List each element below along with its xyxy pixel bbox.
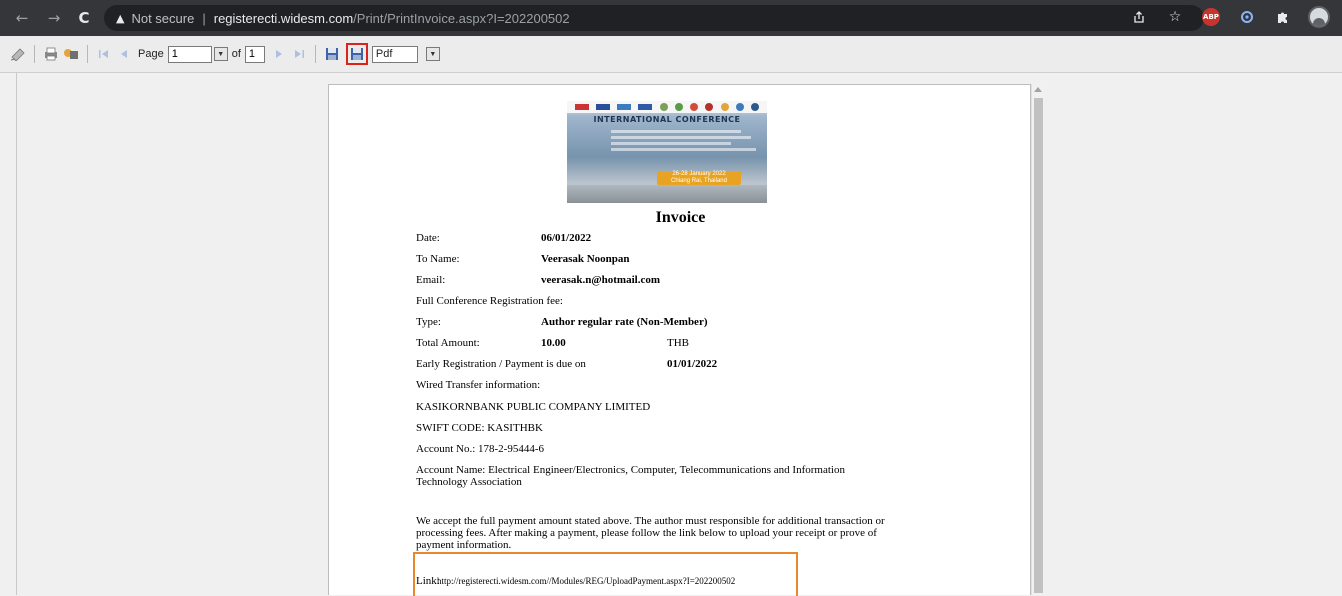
due-label: Early Registration / Payment is due on — [416, 358, 586, 370]
reload-icon[interactable]: C — [72, 6, 96, 30]
last-page-icon[interactable] — [291, 46, 307, 62]
total-pages-field — [244, 45, 265, 63]
forward-icon[interactable]: → — [42, 6, 66, 30]
to-name-label: To Name: — [416, 253, 460, 265]
back-icon[interactable]: ← — [10, 6, 34, 30]
date-value: 06/01/2022 — [541, 232, 592, 244]
export-format-select[interactable]: Pdf — [371, 45, 418, 63]
account-name: Account Name: Electrical Engineer/Electr… — [416, 464, 845, 488]
page-dropdown-button[interactable]: ▼ — [213, 47, 228, 61]
total-amount-label: Total Amount: — [416, 337, 480, 349]
bank-name: KASIKORNBANK PUBLIC COMPANY LIMITED — [416, 401, 651, 413]
scroll-thumb[interactable] — [1034, 98, 1043, 593]
extensions-puzzle-icon[interactable] — [1272, 6, 1294, 28]
save-icon[interactable] — [324, 46, 340, 62]
upload-payment-link[interactable]: http://registerecti.widesm.com//Modules/… — [437, 576, 735, 586]
profile-avatar[interactable] — [1308, 6, 1330, 28]
total-amount-value: 10.00 — [541, 337, 566, 349]
url-path[interactable]: /Print/PrintInvoice.aspx?I=202200502 — [353, 11, 569, 26]
toolbar-separator — [34, 45, 35, 63]
payment-notice: We accept the full payment amount stated… — [416, 515, 885, 551]
conference-banner-image: INTERNATIONAL CONFERENCE 26-28 January 2… — [567, 101, 767, 203]
currency-label: THB — [667, 337, 689, 349]
export-button[interactable] — [345, 43, 368, 65]
report-toolbar: Page ▼ of Pdf ▼ — [0, 36, 1342, 73]
sponsor-logos — [567, 101, 767, 113]
previous-page-icon[interactable] — [116, 46, 132, 62]
print-icon[interactable] — [43, 46, 59, 62]
banner-ground-graphic — [567, 185, 767, 203]
not-secure-label[interactable]: Not secure — [131, 11, 194, 26]
wire-heading: Wired Transfer information: — [416, 379, 541, 391]
swift-code: SWIFT CODE: KASITHBK — [416, 422, 543, 434]
date-label: Date: — [416, 232, 440, 244]
browser-chrome: ← → C ▲ Not secure | registerecti.widesm… — [0, 0, 1342, 36]
of-label: of — [231, 48, 241, 60]
type-value: Author regular rate (Non-Member) — [541, 316, 708, 328]
banner-subtitle-lines — [611, 127, 761, 154]
page-number-input[interactable] — [167, 45, 212, 63]
email-label: Email: — [416, 274, 446, 286]
scroll-up-arrow[interactable] — [1034, 87, 1042, 92]
address-bar[interactable]: ▲ Not secure | registerecti.widesm.com /… — [104, 5, 1204, 31]
page-label: Page — [138, 48, 164, 60]
invoice-page: INTERNATIONAL CONFERENCE 26-28 January 2… — [328, 84, 1031, 596]
invoice-title: Invoice — [655, 209, 706, 226]
toolbar-separator — [87, 45, 88, 63]
page-scrollbar[interactable] — [1031, 84, 1044, 595]
banner-date-badge: 26-28 January 2022 Chiang Rai, Thailand — [657, 171, 741, 185]
first-page-icon[interactable] — [96, 46, 112, 62]
share-icon[interactable] — [1128, 6, 1150, 28]
export-format-dropdown-button[interactable]: ▼ — [425, 47, 440, 61]
warning-icon[interactable]: ▲ — [116, 12, 124, 25]
banner-title: INTERNATIONAL CONFERENCE — [593, 115, 741, 124]
url-separator: | — [202, 10, 206, 26]
to-name-value: Veerasak Noonpan — [541, 253, 630, 265]
find-icon[interactable] — [10, 46, 26, 62]
account-number: Account No.: 178-2-95444-6 — [416, 443, 545, 455]
email-value: veerasak.n@hotmail.com — [541, 274, 660, 286]
export-icon[interactable] — [349, 46, 365, 62]
adblock-extension-icon[interactable]: ABP — [1200, 6, 1222, 28]
browser-toolbar-icons: ☆ ABP — [1128, 6, 1330, 28]
type-label: Type: — [416, 316, 441, 328]
toolbar-separator — [314, 45, 316, 63]
url-host[interactable]: registerecti.widesm.com — [214, 11, 353, 26]
link-highlight-box — [413, 552, 798, 596]
due-value: 01/01/2022 — [667, 358, 718, 370]
next-page-icon[interactable] — [271, 46, 287, 62]
fee-heading: Full Conference Registration fee: — [416, 295, 563, 307]
print-layout-icon[interactable] — [63, 46, 79, 62]
extension-icon[interactable] — [1236, 6, 1258, 28]
bookmark-star-icon[interactable]: ☆ — [1164, 6, 1186, 28]
